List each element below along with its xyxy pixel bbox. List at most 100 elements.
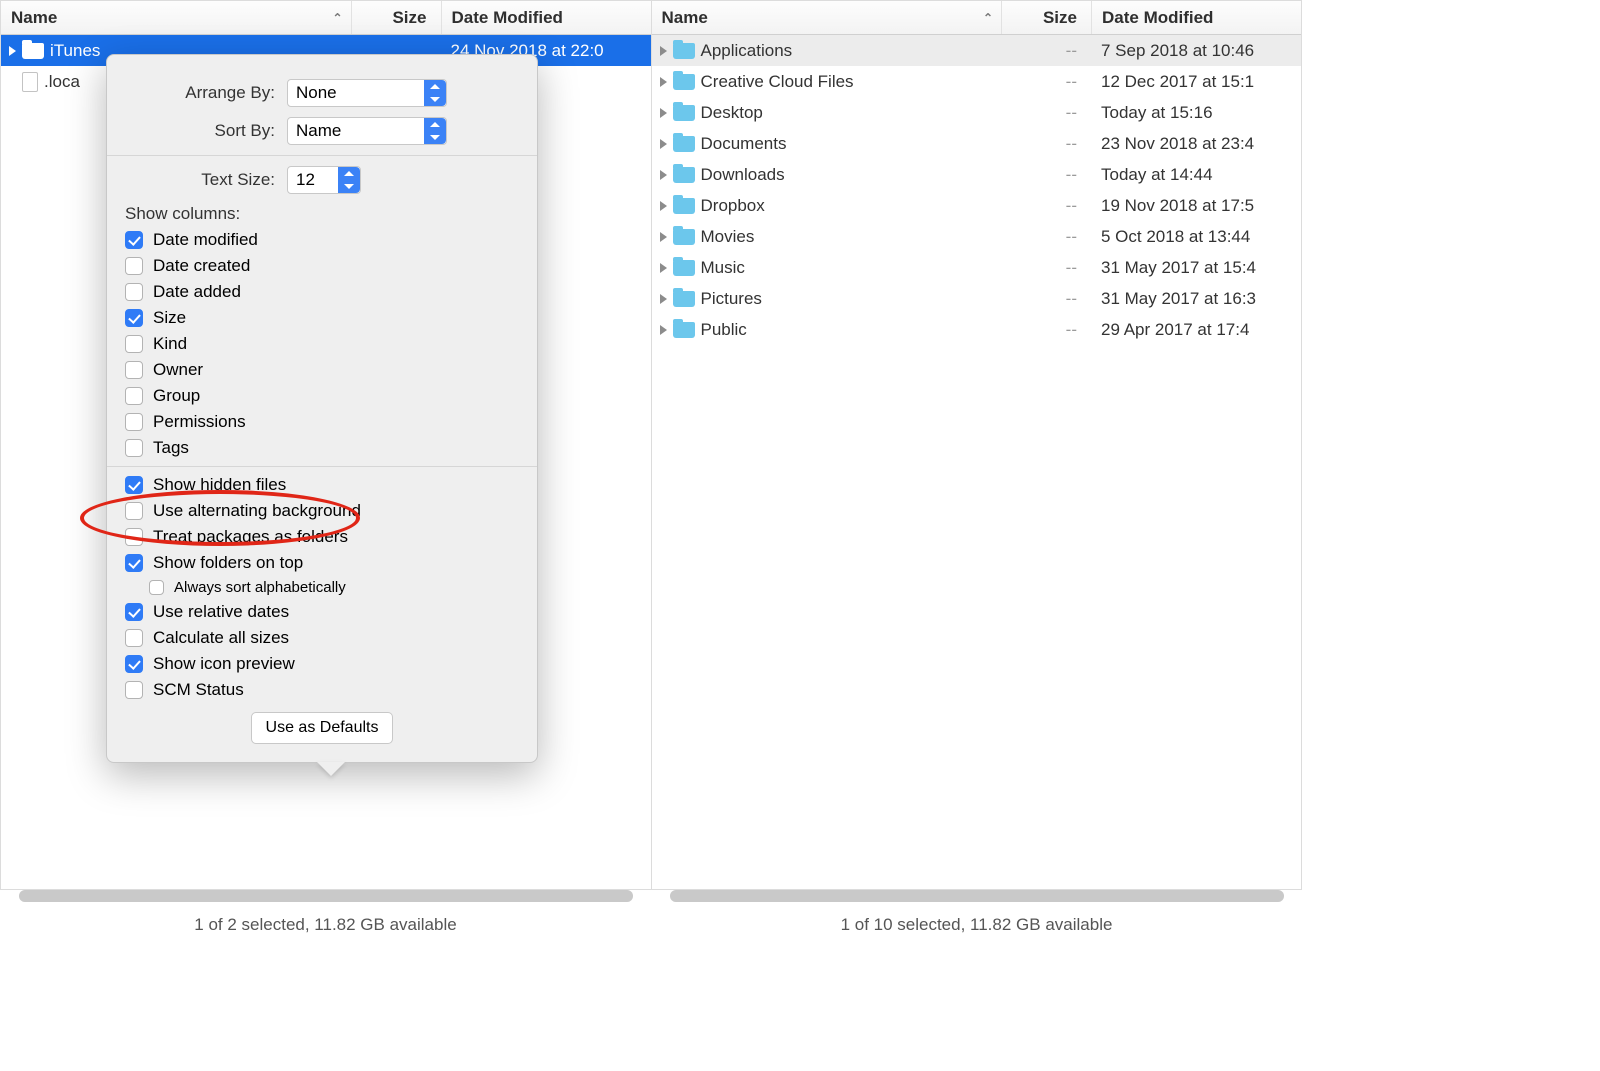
- checkbox[interactable]: [125, 629, 143, 647]
- checkbox-row: Group: [125, 386, 519, 406]
- list-item[interactable]: Downloads--Today at 14:44: [652, 159, 1302, 190]
- checkbox[interactable]: [125, 413, 143, 431]
- checkbox-row: Date added: [125, 282, 519, 302]
- disclosure-triangle-icon[interactable]: [660, 170, 667, 180]
- folder-icon: [673, 136, 695, 152]
- checkbox-label: Group: [153, 386, 200, 406]
- checkbox-label: Treat packages as folders: [153, 527, 348, 547]
- cell-name: Music: [652, 258, 1002, 278]
- disclosure-triangle-icon[interactable]: [9, 46, 16, 56]
- list-item[interactable]: Documents--23 Nov 2018 at 23:4: [652, 128, 1302, 159]
- checkbox-row: Show icon preview: [125, 654, 519, 674]
- column-header-size[interactable]: Size: [1001, 1, 1091, 34]
- folder-icon: [22, 43, 44, 59]
- list-item[interactable]: Dropbox--19 Nov 2018 at 17:5: [652, 190, 1302, 221]
- list-item[interactable]: Movies--5 Oct 2018 at 13:44: [652, 221, 1302, 252]
- arrange-by-value: None: [296, 83, 337, 103]
- checkbox-row: Show hidden files: [125, 475, 519, 495]
- disclosure-triangle-icon[interactable]: [660, 325, 667, 335]
- list-item[interactable]: Music --31 May 2017 at 15:4: [652, 252, 1302, 283]
- checkbox[interactable]: [125, 528, 143, 546]
- checkbox-label: Show folders on top: [153, 553, 303, 573]
- cell-size: --: [1001, 258, 1091, 278]
- text-size-row: Text Size: 12: [125, 166, 519, 194]
- list-item[interactable]: Pictures--31 May 2017 at 16:3: [652, 283, 1302, 314]
- column-header-name[interactable]: Name ⌃: [652, 8, 1002, 28]
- item-name-label: Music: [701, 258, 745, 278]
- checkbox-row: SCM Status: [125, 680, 519, 700]
- cell-name: Applications: [652, 41, 1002, 61]
- checkbox[interactable]: [125, 603, 143, 621]
- right-rows: Applications--7 Sep 2018 at 10:46Creativ…: [652, 35, 1302, 889]
- disclosure-triangle-icon[interactable]: [660, 263, 667, 273]
- column-header-name-label: Name: [11, 8, 57, 28]
- column-header-size[interactable]: Size: [351, 1, 441, 34]
- status-bar-left: 1 of 2 selected, 11.82 GB available: [194, 904, 456, 946]
- arrange-by-select[interactable]: None: [287, 79, 447, 107]
- checkbox[interactable]: [125, 335, 143, 353]
- checkbox[interactable]: [125, 283, 143, 301]
- disclosure-triangle-icon[interactable]: [660, 108, 667, 118]
- divider: [107, 466, 537, 467]
- checkbox[interactable]: [125, 257, 143, 275]
- checkbox-label: Show hidden files: [153, 475, 286, 495]
- list-item[interactable]: Public--29 Apr 2017 at 17:4: [652, 314, 1302, 345]
- checkbox-label: Owner: [153, 360, 203, 380]
- text-size-label: Text Size:: [125, 170, 275, 190]
- scrollbar[interactable]: [670, 890, 1284, 902]
- text-size-select[interactable]: 12: [287, 166, 361, 194]
- cell-size: --: [1001, 289, 1091, 309]
- checkbox[interactable]: [125, 655, 143, 673]
- select-stepper-icon: [338, 167, 360, 193]
- cell-name: Downloads: [652, 165, 1002, 185]
- disclosure-triangle-icon[interactable]: [660, 232, 667, 242]
- cell-size: --: [1001, 227, 1091, 247]
- checkbox-row: Size: [125, 308, 519, 328]
- column-header-date[interactable]: Date Modified: [1091, 1, 1301, 34]
- checkbox[interactable]: [125, 681, 143, 699]
- checkbox-row: Date created: [125, 256, 519, 276]
- sort-by-select[interactable]: Name: [287, 117, 447, 145]
- checkbox[interactable]: [125, 387, 143, 405]
- status-bar-right: 1 of 10 selected, 11.82 GB available: [841, 904, 1113, 946]
- disclosure-triangle-icon[interactable]: [660, 77, 667, 87]
- checkbox[interactable]: [125, 361, 143, 379]
- view-options-popover: Arrange By: None Sort By: Name Text Size…: [106, 54, 538, 763]
- disclosure-triangle-icon[interactable]: [660, 201, 667, 211]
- disclosure-triangle-icon[interactable]: [660, 294, 667, 304]
- checkbox[interactable]: [125, 554, 143, 572]
- checkbox-label: Size: [153, 308, 186, 328]
- cell-size: --: [1001, 103, 1091, 123]
- list-item[interactable]: Creative Cloud Files--12 Dec 2017 at 15:…: [652, 66, 1302, 97]
- item-name-label: Public: [701, 320, 747, 340]
- cell-date: 31 May 2017 at 15:4: [1091, 258, 1301, 278]
- list-item[interactable]: Desktop--Today at 15:16: [652, 97, 1302, 128]
- checkbox-row: Show folders on top: [125, 553, 519, 573]
- scrollbar[interactable]: [19, 890, 633, 902]
- scrollbar-thumb[interactable]: [19, 890, 633, 902]
- column-header-name[interactable]: Name ⌃: [1, 8, 351, 28]
- item-name-label: Pictures: [701, 289, 762, 309]
- checkbox[interactable]: [125, 309, 143, 327]
- folder-icon: [673, 198, 695, 214]
- list-item[interactable]: Applications--7 Sep 2018 at 10:46: [652, 35, 1302, 66]
- cell-name: Movies: [652, 227, 1002, 247]
- item-name-label: iTunes: [50, 41, 100, 61]
- cell-date: 12 Dec 2017 at 15:1: [1091, 72, 1301, 92]
- column-header-date[interactable]: Date Modified: [441, 1, 651, 34]
- checkbox-label: Date created: [153, 256, 250, 276]
- checkbox-label: Show icon preview: [153, 654, 295, 674]
- checkbox[interactable]: [125, 439, 143, 457]
- disclosure-triangle-icon[interactable]: [660, 46, 667, 56]
- scrollbar-thumb[interactable]: [670, 890, 1284, 902]
- checkbox[interactable]: [125, 231, 143, 249]
- checkbox[interactable]: [125, 502, 143, 520]
- checkbox-label: Permissions: [153, 412, 246, 432]
- disclosure-triangle-icon[interactable]: [660, 139, 667, 149]
- folder-icon: [673, 260, 695, 276]
- use-as-defaults-button[interactable]: Use as Defaults: [251, 712, 394, 744]
- always-sort-alpha-checkbox[interactable]: [149, 580, 164, 595]
- file-icon: [22, 72, 38, 92]
- checkbox[interactable]: [125, 476, 143, 494]
- item-name-label: Dropbox: [701, 196, 765, 216]
